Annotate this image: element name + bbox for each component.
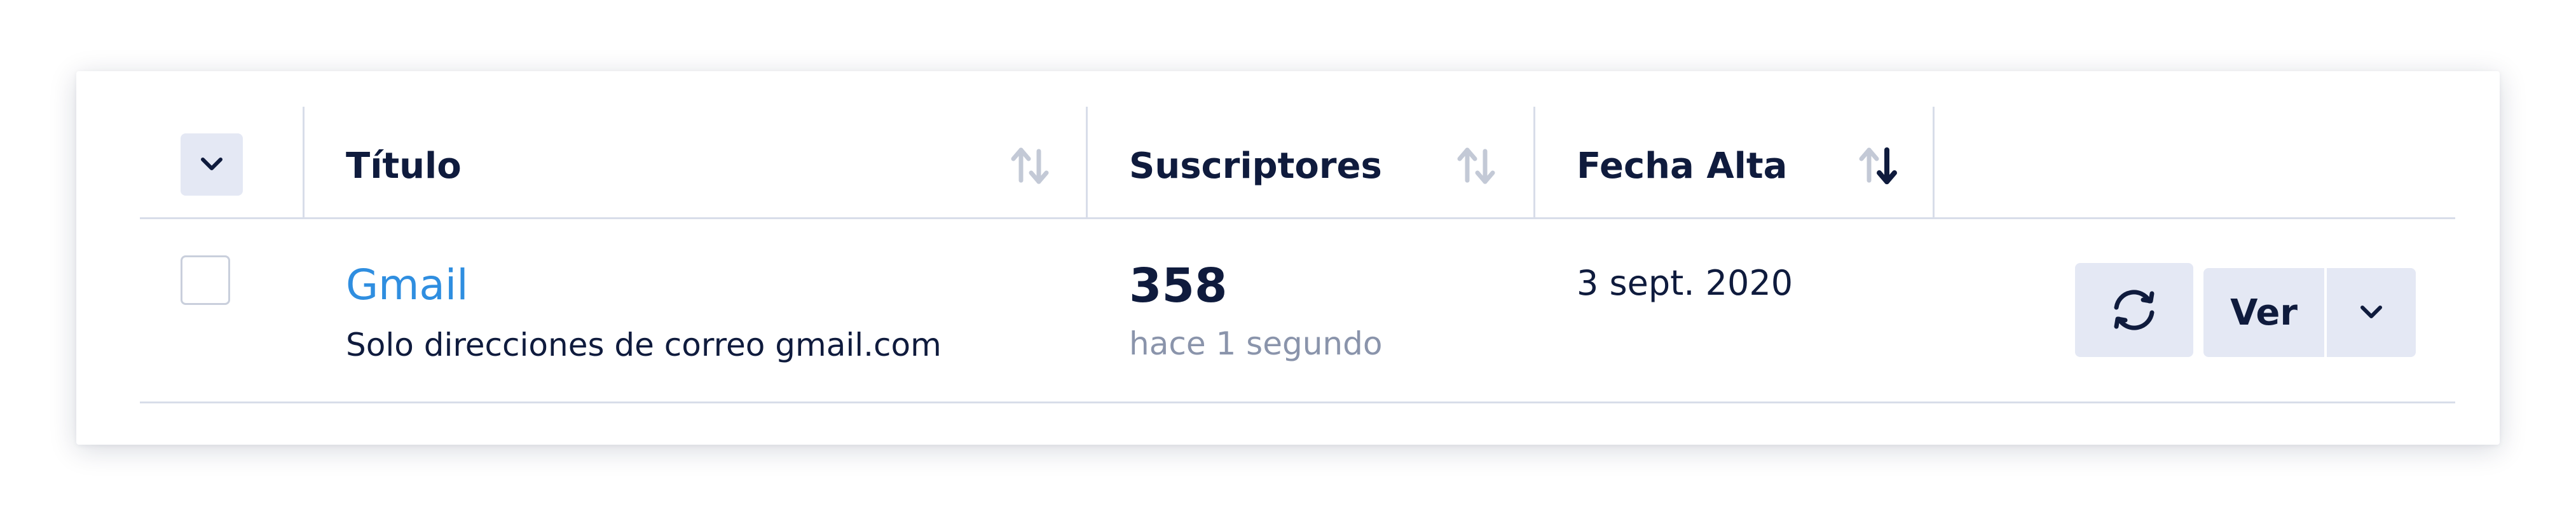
sort-desc-icon[interactable] [1855,144,1900,188]
list-title-link[interactable]: Gmail [346,257,469,314]
refresh-icon [2114,290,2155,330]
select-all-dropdown[interactable] [181,133,243,196]
column-separator [1086,107,1088,217]
row-checkbox[interactable] [181,255,230,305]
column-separator [303,107,305,217]
view-button[interactable]: Ver [2203,268,2324,357]
column-separator [1933,107,1935,217]
sort-icon[interactable] [1007,144,1052,188]
created-date: 3 sept. 2020 [1577,263,1793,303]
sort-icon[interactable] [1453,144,1498,188]
chevron-down-icon [2360,306,2382,318]
subscriber-updated-time: hace 1 segundo [1129,325,1383,362]
refresh-button[interactable] [2075,263,2193,357]
list-description: Solo direcciones de correo gmail.com [346,327,942,363]
chevron-down-icon [201,158,223,170]
row-divider [140,401,2455,403]
column-header-titulo[interactable]: Título [346,141,462,192]
column-header-suscriptores[interactable]: Suscriptores [1129,141,1382,192]
more-actions-dropdown[interactable] [2327,268,2416,357]
column-separator [1533,107,1535,217]
column-header-fecha-alta[interactable]: Fecha Alta [1577,141,1787,192]
subscriber-count: 358 [1129,259,1228,313]
header-divider [140,217,2455,219]
